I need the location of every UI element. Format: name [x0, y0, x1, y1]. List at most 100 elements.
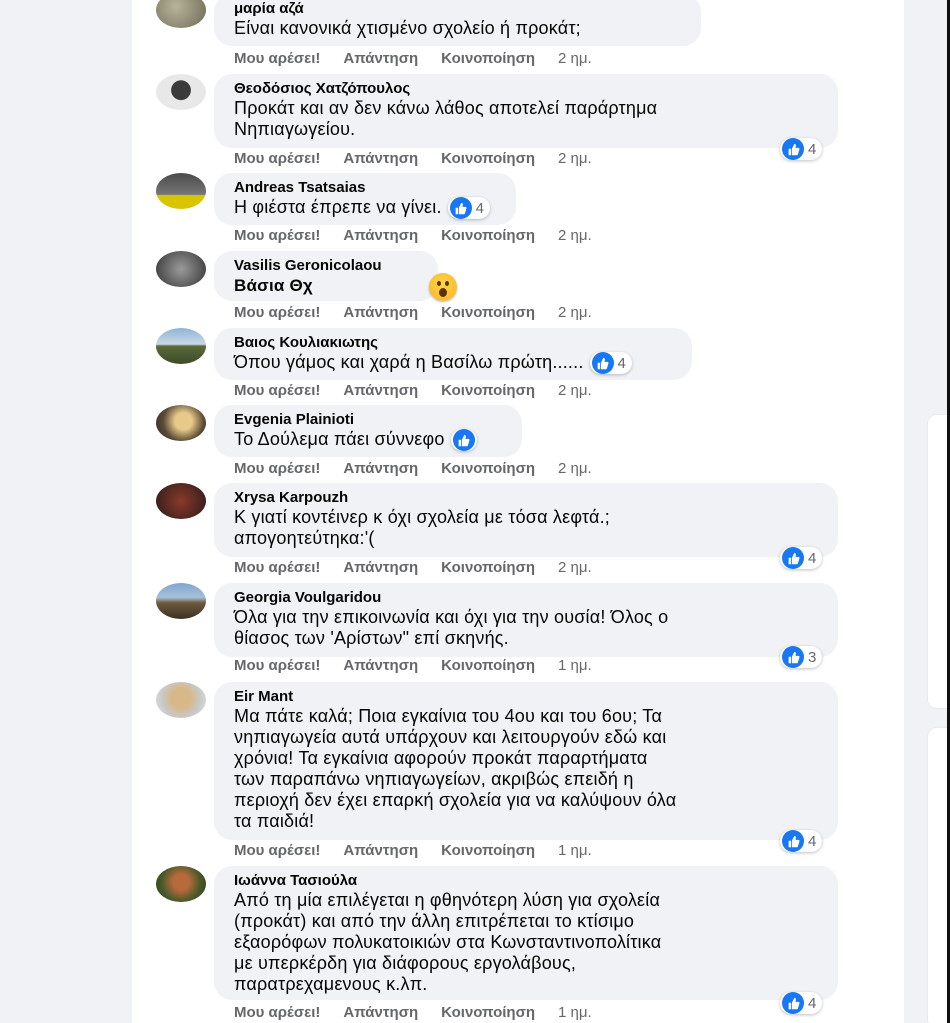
like-link[interactable]: Μου αρέσει!: [234, 150, 320, 167]
like-link[interactable]: Μου αρέσει!: [234, 50, 320, 67]
reaction-number: 4: [808, 832, 817, 850]
reply-link[interactable]: Απάντηση: [343, 460, 418, 477]
comment-text: Όπου γάμος και χαρά η Βασίλω πρώτη......…: [234, 352, 680, 375]
share-link[interactable]: Κοινοποίηση: [441, 657, 535, 674]
comment-text: Από τη μία επιλέγεται η φθηνότερη λύση γ…: [234, 890, 661, 910]
commenter-name[interactable]: Βαιος Κουλιακιωτης: [234, 334, 680, 352]
share-link[interactable]: Κοινοποίηση: [441, 227, 535, 244]
commenter-name[interactable]: Xrysa Karpouzh: [234, 489, 826, 507]
comment-text: παρατρεχαμενους κ.λπ.: [234, 974, 428, 994]
like-link[interactable]: Μου αρέσει!: [234, 842, 320, 859]
comment-actions: Μου αρέσει! Απάντηση Κοινοποίηση 2 ημ.: [234, 50, 615, 67]
comment-bubble: Eir Mant Μα πάτε καλά; Ποια εγκαίνια του…: [214, 682, 838, 840]
like-link[interactable]: Μου αρέσει!: [234, 460, 320, 477]
reaction-count[interactable]: [450, 429, 477, 452]
commenter-name[interactable]: Evgenia Plainioti: [234, 411, 510, 429]
like-link[interactable]: Μου αρέσει!: [234, 559, 320, 576]
comment-actions: Μου αρέσει! Απάντηση Κοινοποίηση 1 ημ.: [234, 657, 615, 674]
comment-bubble: Georgia Voulgaridou Όλα για την επικοινω…: [214, 583, 838, 657]
share-link[interactable]: Κοινοποίηση: [441, 842, 535, 859]
commenter-name[interactable]: Andreas Tsatsaias: [234, 179, 504, 197]
comment-text: Μα πάτε καλά; Ποια εγκαίνια του 4ου και …: [234, 706, 663, 726]
avatar[interactable]: [156, 74, 206, 110]
reaction-count[interactable]: 4: [780, 138, 823, 160]
comment-actions: Μου αρέσει! Απάντηση Κοινοποίηση 2 ημ.: [234, 150, 615, 167]
like-link[interactable]: Μου αρέσει!: [234, 227, 320, 244]
avatar[interactable]: [156, 0, 206, 28]
reply-link[interactable]: Απάντηση: [343, 227, 418, 244]
share-link[interactable]: Κοινοποίηση: [441, 304, 535, 321]
avatar[interactable]: [156, 682, 206, 718]
right-column: [904, 0, 950, 1023]
share-link[interactable]: Κοινοποίηση: [441, 382, 535, 399]
avatar[interactable]: [156, 173, 206, 209]
share-link[interactable]: Κοινοποίηση: [441, 50, 535, 67]
reaction-count[interactable]: 3: [780, 646, 823, 668]
like-link[interactable]: Μου αρέσει!: [234, 1004, 320, 1021]
comment-text: Κ γιατί κοντέινερ κ όχι σχολεία με τόσα …: [234, 507, 611, 527]
reply-link[interactable]: Απάντηση: [343, 842, 418, 859]
reaction-number: 4: [808, 140, 817, 158]
comment-text: χρόνια! Τα εγκαίνια αφορούν προκάτ παραρ…: [234, 748, 648, 768]
comment-text: Βάσια Θχ: [234, 276, 313, 295]
commenter-name[interactable]: Ιωάννα Τασιούλα: [234, 872, 826, 890]
avatar[interactable]: [156, 328, 206, 364]
avatar[interactable]: [156, 583, 206, 619]
reply-link[interactable]: Απάντηση: [343, 382, 418, 399]
commenter-name[interactable]: μαρία αζά: [234, 0, 689, 18]
reaction-count[interactable]: 4: [447, 197, 491, 220]
like-icon: [782, 646, 804, 668]
comment-text: των παραπάνω νηπιαγωγείων, ακριβώς επειδ…: [234, 769, 634, 789]
timestamp[interactable]: 2 ημ.: [558, 559, 592, 576]
reaction-count[interactable]: 4: [780, 547, 823, 569]
like-link[interactable]: Μου αρέσει!: [234, 657, 320, 674]
comment-text: τα παιδιά!: [234, 811, 315, 831]
timestamp[interactable]: 2 ημ.: [558, 304, 592, 321]
share-link[interactable]: Κοινοποίηση: [441, 1004, 535, 1021]
comment-text: θίασος των 'Αρίστων" επί σκηνής.: [234, 628, 509, 648]
comment-text: Προκάτ και αν δεν κάνω λάθος αποτελεί πα…: [234, 98, 658, 118]
timestamp[interactable]: 2 ημ.: [558, 227, 592, 244]
share-link[interactable]: Κοινοποίηση: [441, 559, 535, 576]
comment-actions: Μου αρέσει! Απάντηση Κοινοποίηση 2 ημ.: [234, 227, 615, 244]
timestamp[interactable]: 2 ημ.: [558, 150, 592, 167]
comment-text: Όλα για την επικοινωνία και όχι για την …: [234, 607, 669, 627]
reply-link[interactable]: Απάντηση: [343, 559, 418, 576]
timestamp[interactable]: 1 ημ.: [558, 657, 592, 674]
reaction-count[interactable]: 4: [780, 830, 823, 852]
reply-link[interactable]: Απάντηση: [343, 150, 418, 167]
reaction-number: 3: [808, 648, 817, 666]
commenter-name[interactable]: Θεοδόσιος Χατζόπουλος: [234, 80, 826, 98]
reaction-count[interactable]: 4: [780, 992, 823, 1014]
reaction-number: 4: [808, 549, 817, 567]
timestamp[interactable]: 2 ημ.: [558, 382, 592, 399]
avatar[interactable]: [156, 866, 206, 902]
comment-bubble: Θεοδόσιος Χατζόπουλος Προκάτ και αν δεν …: [214, 74, 838, 148]
timestamp[interactable]: 2 ημ.: [558, 460, 592, 477]
like-link[interactable]: Μου αρέσει!: [234, 304, 320, 321]
like-icon: [782, 547, 804, 569]
timestamp[interactable]: 1 ημ.: [558, 842, 592, 859]
reply-link[interactable]: Απάντηση: [343, 1004, 418, 1021]
avatar[interactable]: [156, 251, 206, 287]
share-link[interactable]: Κοινοποίηση: [441, 150, 535, 167]
timestamp[interactable]: 1 ημ.: [558, 1004, 592, 1021]
reply-link[interactable]: Απάντηση: [343, 304, 418, 321]
comment-bubble: Andreas Tsatsaias Η φιέστα έπρεπε να γίν…: [214, 173, 516, 225]
comment-actions: Μου αρέσει! Απάντηση Κοινοποίηση 2 ημ.: [234, 304, 615, 321]
share-link[interactable]: Κοινοποίηση: [441, 460, 535, 477]
avatar[interactable]: [156, 483, 206, 519]
comment-text: Νηπιαγωγείου.: [234, 119, 356, 139]
timestamp[interactable]: 2 ημ.: [558, 50, 592, 67]
avatar[interactable]: [156, 405, 206, 441]
like-link[interactable]: Μου αρέσει!: [234, 382, 320, 399]
reply-link[interactable]: Απάντηση: [343, 50, 418, 67]
reaction-count[interactable]: 4: [589, 352, 633, 375]
reaction-number: 4: [808, 994, 817, 1012]
reply-link[interactable]: Απάντηση: [343, 657, 418, 674]
commenter-name[interactable]: Georgia Voulgaridou: [234, 589, 826, 607]
like-icon: [782, 830, 804, 852]
commenter-name[interactable]: Eir Mant: [234, 688, 826, 706]
commenter-name[interactable]: Vasilis Geronicolaou: [234, 257, 426, 275]
wow-icon[interactable]: [429, 273, 457, 301]
